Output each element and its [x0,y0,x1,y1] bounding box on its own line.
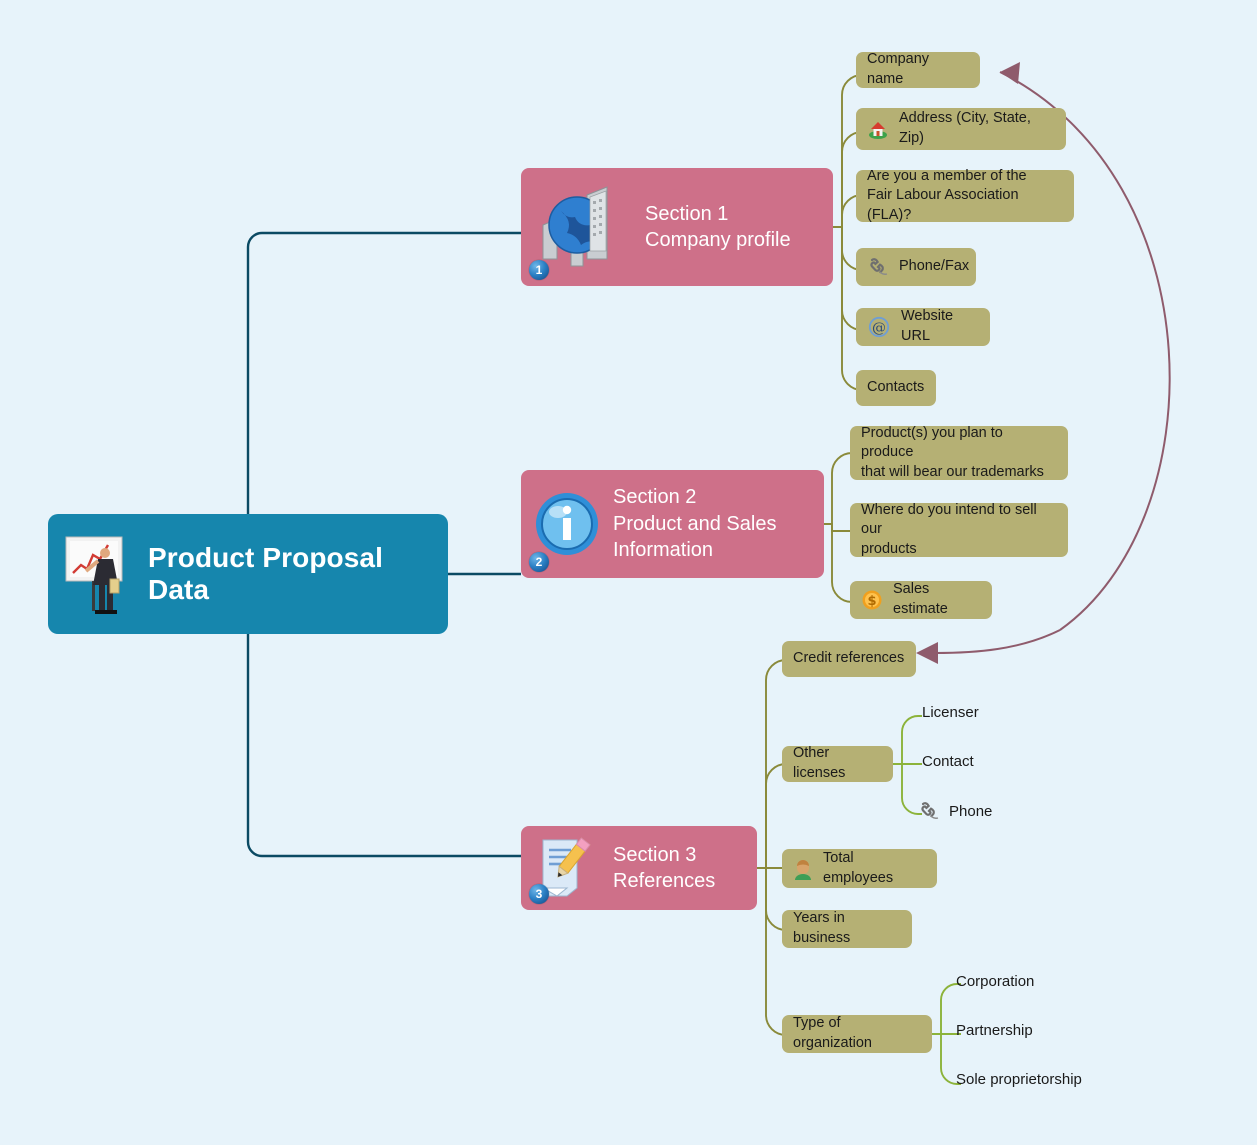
mindmap-canvas: Product Proposal Data Section 1 Company … [0,0,1257,1145]
sub-node-phone-fax-label: Phone/Fax [899,258,970,275]
branch-group-section-2 [824,452,853,603]
sub-node-company-name[interactable]: Company name [856,51,980,88]
relation-arrowhead-credit-references [916,642,938,664]
sub-node-credit-references[interactable]: Credit references [782,641,916,677]
section-node-2-label: Section 2 Product and Sales Information [613,486,777,562]
relation-arrow-credit-references [934,629,1061,654]
sub-node-contacts[interactable]: Contacts [856,370,936,406]
sub-node-other-licenses[interactable]: Other licenses [782,745,893,782]
at-sign-icon: @ [867,316,891,338]
dollar-coin-icon: $ [861,589,883,611]
section-node-2[interactable]: Section 2 Product and Sales Information … [521,470,824,578]
sub-node-where-sell[interactable]: Where do you intend to sell our products [850,501,1068,557]
info-icon [531,488,603,560]
sub-node-fla-question-label: Are you a member of the Fair Labour Asso… [867,167,1027,223]
section-node-3[interactable]: Section 3 References 3 [521,826,757,910]
sub-node-fla-question[interactable]: Are you a member of the Fair Labour Asso… [856,168,1074,223]
sub-node-sales-estimate[interactable]: $ Sales estimate [850,581,992,619]
sub-node-website-url-label: Website URL [901,308,954,344]
leaf-node-licenser-label: Licenser [922,704,979,721]
leaf-node-sole-proprietorship-label: Sole proprietorship [956,1071,1082,1088]
section-node-1[interactable]: Section 1 Company profile 1 [521,168,833,286]
branch-group-section-3 [757,659,787,1036]
sub-node-contacts-label: Contacts [867,379,925,396]
section-badge-2: 2 [529,552,549,572]
sub-node-products-planned-label: Product(s) you plan to produce that will… [861,424,1044,480]
sub-node-credit-references-label: Credit references [793,650,905,667]
sub-node-products-planned[interactable]: Product(s) you plan to produce that will… [850,424,1068,480]
globe-buildings-icon [531,177,635,277]
sub-node-total-employees[interactable]: Total employees [782,849,937,888]
svg-text:@: @ [872,320,886,336]
sub-node-address-label: Address (City, State, Zip) [899,110,1031,146]
section-node-1-label: Section 1 Company profile [645,202,791,251]
svg-text:$: $ [867,594,876,609]
presenter-chart-icon [62,531,136,617]
sub-node-where-sell-label: Where do you intend to sell our products [861,501,1037,557]
sub-node-company-name-label: Company name [867,51,930,87]
central-topic-label: Product Proposal Data [148,542,383,605]
leaf-node-licenser[interactable]: Licenser [922,704,979,721]
telephone-icon [918,801,940,821]
telephone-icon [867,257,889,277]
leaf-node-contact-label: Contact [922,753,974,770]
person-icon [793,858,813,880]
leaf-node-corporation-label: Corporation [956,973,1035,990]
sub-node-phone-fax[interactable]: Phone/Fax [856,248,976,286]
leaf-node-partnership-label: Partnership [956,1022,1033,1039]
section-badge-3: 3 [529,884,549,904]
sub-node-type-of-organization-label: Type of organization [793,1015,872,1051]
central-topic[interactable]: Product Proposal Data [48,514,448,634]
sub-node-total-employees-label: Total employees [823,849,894,886]
leaf-node-partnership[interactable]: Partnership [956,1022,1033,1039]
relation-arrowhead-company-name [1000,62,1020,84]
sub-node-type-of-organization[interactable]: Type of organization [782,1015,932,1053]
leaf-node-phone-label: Phone [949,802,993,820]
sub-node-other-licenses-label: Other licenses [793,745,846,781]
leaf-node-phone[interactable]: Phone [918,801,992,821]
leaf-node-contact[interactable]: Contact [922,753,974,770]
section-badge-1: 1 [529,260,549,280]
leaf-node-sole-proprietorship[interactable]: Sole proprietorship [956,1071,1082,1088]
sub-node-address[interactable]: Address (City, State, Zip) [856,108,1066,150]
section-node-3-label: Section 3 References [613,843,716,892]
sub-node-sales-estimate-label: Sales estimate [893,581,948,617]
sub-node-years-in-business-label: Years in business [793,910,851,946]
sub-node-years-in-business[interactable]: Years in business [782,910,912,948]
house-icon [867,118,889,140]
sub-node-website-url[interactable]: @ Website URL [856,308,990,346]
leaf-node-corporation[interactable]: Corporation [956,973,1034,990]
